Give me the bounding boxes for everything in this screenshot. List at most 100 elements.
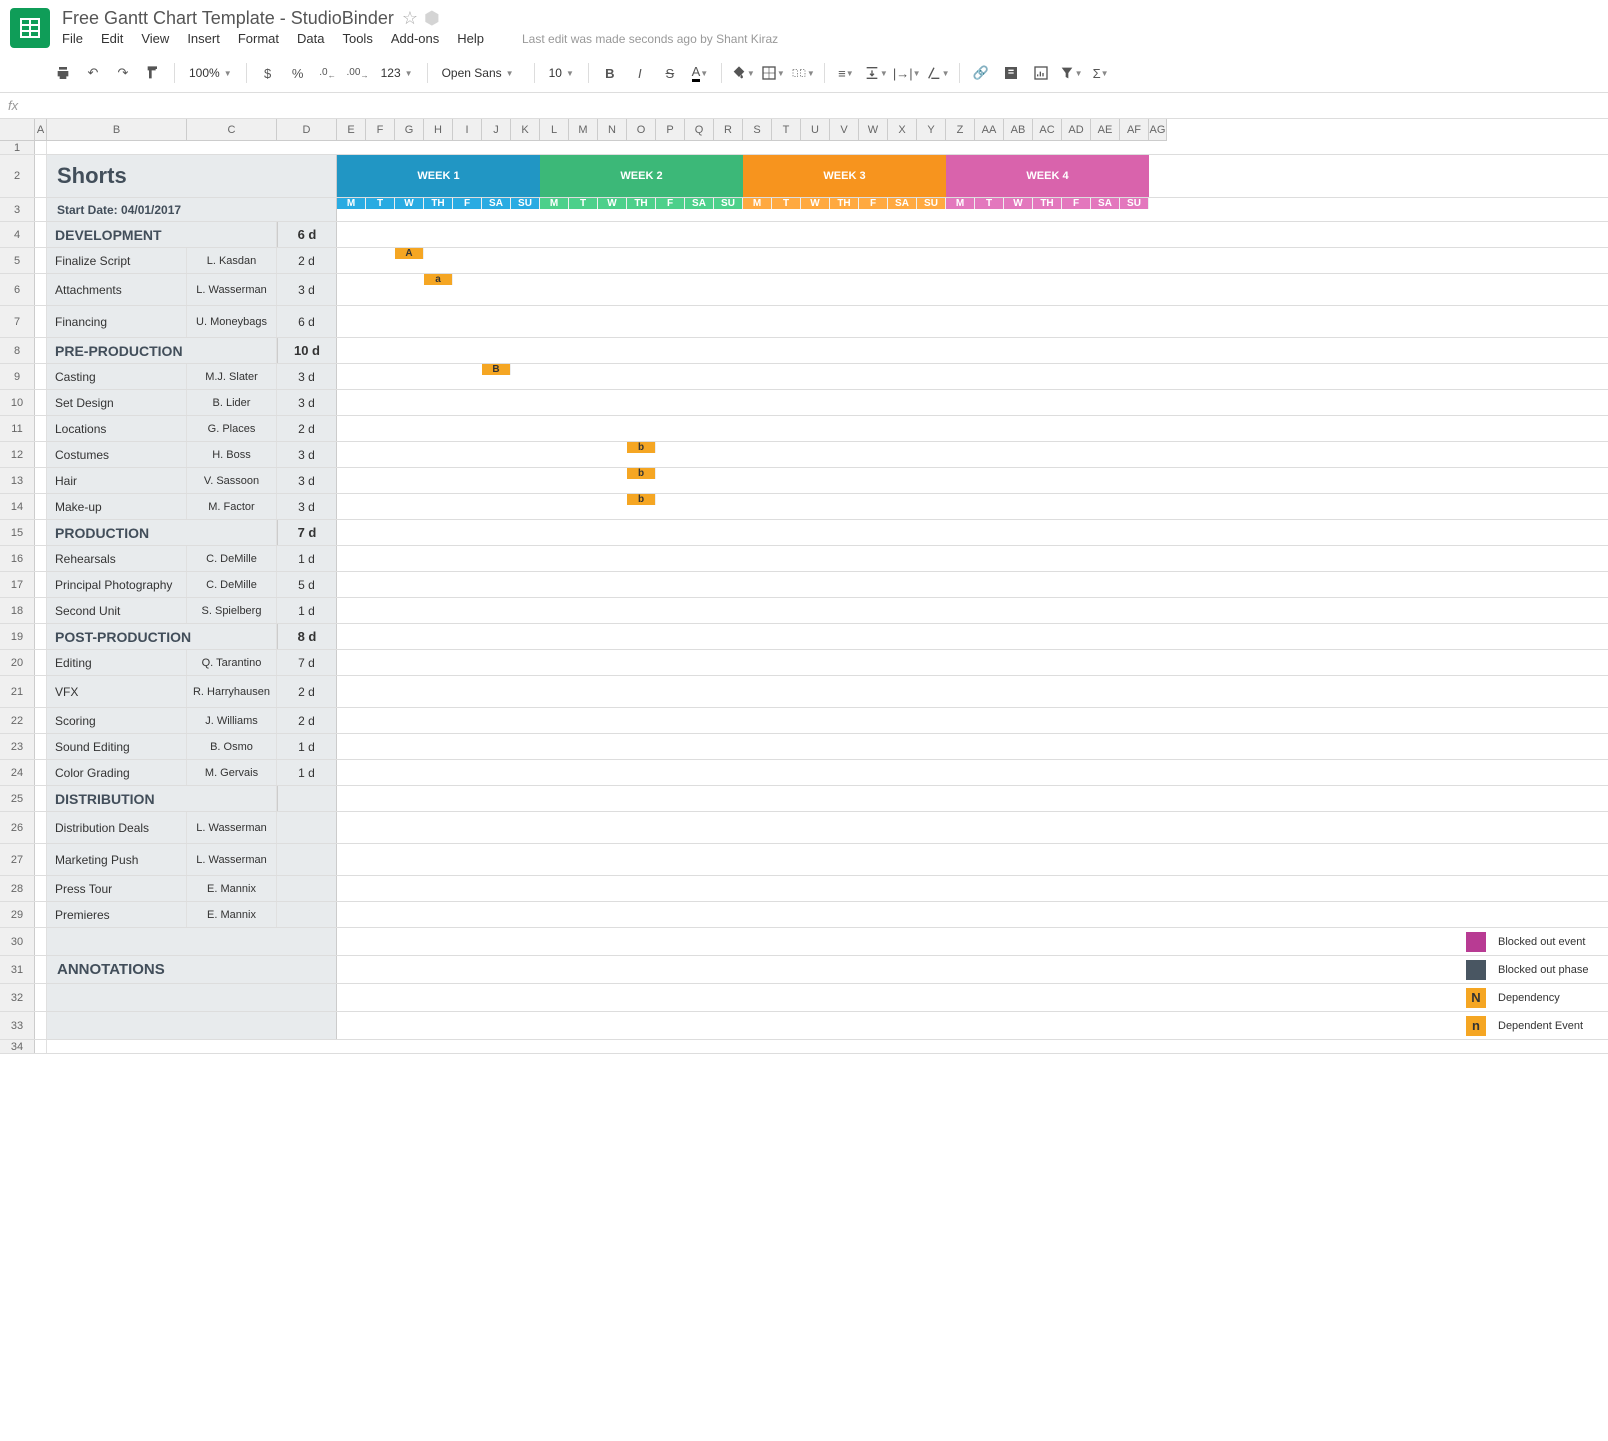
phase-duration[interactable]: 10 d xyxy=(277,338,337,363)
menu-help[interactable]: Help xyxy=(457,31,484,46)
col-header[interactable]: W xyxy=(859,119,888,141)
col-header[interactable]: E xyxy=(337,119,366,141)
task-owner[interactable]: U. Moneybags xyxy=(187,306,277,337)
task-owner[interactable]: L. Kasdan xyxy=(187,248,277,273)
task-name[interactable]: Premieres xyxy=(47,902,187,927)
task-name[interactable]: Finalize Script xyxy=(47,248,187,273)
row-header[interactable]: 17 xyxy=(0,572,35,597)
day-header[interactable]: SA xyxy=(888,198,917,209)
rotate-button[interactable]: ▼ xyxy=(925,60,951,86)
row-header[interactable]: 26 xyxy=(0,812,35,843)
menu-file[interactable]: File xyxy=(62,31,83,46)
row-header[interactable]: 19 xyxy=(0,624,35,649)
task-name[interactable]: Sound Editing xyxy=(47,734,187,759)
task-duration[interactable]: 1 d xyxy=(277,734,337,759)
task-duration[interactable]: 2 d xyxy=(277,676,337,707)
col-header[interactable]: AE xyxy=(1091,119,1120,141)
day-header[interactable]: M xyxy=(337,198,366,209)
phase-duration[interactable] xyxy=(277,786,337,811)
zoom-select[interactable]: 100%▼ xyxy=(183,60,238,86)
col-header[interactable]: AF xyxy=(1120,119,1149,141)
gantt-cell[interactable]: a xyxy=(424,274,453,285)
week-header[interactable]: WEEK 1 xyxy=(337,155,540,197)
task-duration[interactable]: 3 d xyxy=(277,390,337,415)
menu-add-ons[interactable]: Add-ons xyxy=(391,31,439,46)
task-duration[interactable]: 2 d xyxy=(277,708,337,733)
row-header[interactable]: 14 xyxy=(0,494,35,519)
phase-name[interactable]: PRODUCTION xyxy=(47,520,277,545)
day-header[interactable]: W xyxy=(801,198,830,209)
row-header[interactable]: 7 xyxy=(0,306,35,337)
task-duration[interactable] xyxy=(277,844,337,875)
redo-button[interactable]: ↷ xyxy=(110,60,136,86)
day-header[interactable]: F xyxy=(859,198,888,209)
row-header[interactable]: 6 xyxy=(0,274,35,305)
row-header[interactable]: 34 xyxy=(0,1040,35,1053)
sheets-logo[interactable] xyxy=(10,8,50,48)
task-name[interactable]: Attachments xyxy=(47,274,187,305)
task-owner[interactable]: B. Osmo xyxy=(187,734,277,759)
gantt-cell[interactable]: b xyxy=(627,468,656,479)
row-header[interactable]: 11 xyxy=(0,416,35,441)
row-header[interactable]: 18 xyxy=(0,598,35,623)
merge-button[interactable]: ▼ xyxy=(790,60,816,86)
task-owner[interactable]: C. DeMille xyxy=(187,546,277,571)
col-header[interactable]: H xyxy=(424,119,453,141)
row-header[interactable]: 9 xyxy=(0,364,35,389)
task-duration[interactable] xyxy=(277,876,337,901)
task-owner[interactable]: V. Sassoon xyxy=(187,468,277,493)
phase-duration[interactable]: 6 d xyxy=(277,222,337,247)
chart-button[interactable] xyxy=(1028,60,1054,86)
phase-name[interactable]: DISTRIBUTION xyxy=(47,786,277,811)
col-header[interactable]: K xyxy=(511,119,540,141)
row-header[interactable]: 16 xyxy=(0,546,35,571)
task-duration[interactable]: 3 d xyxy=(277,494,337,519)
comment-button[interactable] xyxy=(998,60,1024,86)
week-header[interactable]: WEEK 4 xyxy=(946,155,1149,197)
print-button[interactable] xyxy=(50,60,76,86)
col-header[interactable]: U xyxy=(801,119,830,141)
task-duration[interactable]: 3 d xyxy=(277,468,337,493)
phase-duration[interactable]: 8 d xyxy=(277,624,337,649)
day-header[interactable]: TH xyxy=(1033,198,1062,209)
task-duration[interactable]: 5 d xyxy=(277,572,337,597)
col-header[interactable]: Y xyxy=(917,119,946,141)
bold-button[interactable]: B xyxy=(597,60,623,86)
day-header[interactable]: T xyxy=(772,198,801,209)
task-name[interactable]: Second Unit xyxy=(47,598,187,623)
row-header[interactable]: 20 xyxy=(0,650,35,675)
day-header[interactable]: SA xyxy=(482,198,511,209)
formula-input[interactable] xyxy=(38,98,1600,113)
undo-button[interactable]: ↶ xyxy=(80,60,106,86)
day-header[interactable]: SU xyxy=(917,198,946,209)
task-owner[interactable]: B. Lider xyxy=(187,390,277,415)
col-header[interactable]: I xyxy=(453,119,482,141)
day-header[interactable]: TH xyxy=(627,198,656,209)
col-header[interactable]: J xyxy=(482,119,511,141)
decrease-decimals-button[interactable]: .0← xyxy=(315,60,341,86)
strikethrough-button[interactable]: S xyxy=(657,60,683,86)
task-name[interactable]: Principal Photography xyxy=(47,572,187,597)
row-header[interactable]: 8 xyxy=(0,338,35,363)
task-name[interactable]: Costumes xyxy=(47,442,187,467)
row-header[interactable]: 27 xyxy=(0,844,35,875)
col-header[interactable]: D xyxy=(277,119,337,141)
percent-button[interactable]: % xyxy=(285,60,311,86)
task-duration[interactable]: 7 d xyxy=(277,650,337,675)
day-header[interactable]: M xyxy=(540,198,569,209)
day-header[interactable]: T xyxy=(975,198,1004,209)
task-owner[interactable]: E. Mannix xyxy=(187,902,277,927)
row-header[interactable]: 13 xyxy=(0,468,35,493)
col-header[interactable]: R xyxy=(714,119,743,141)
valign-button[interactable]: ▼ xyxy=(863,60,889,86)
task-duration[interactable]: 2 d xyxy=(277,248,337,273)
row-header[interactable]: 30 xyxy=(0,928,35,955)
task-duration[interactable] xyxy=(277,812,337,843)
task-name[interactable]: Editing xyxy=(47,650,187,675)
row-header[interactable]: 1 xyxy=(0,141,35,154)
menu-insert[interactable]: Insert xyxy=(187,31,220,46)
row-header[interactable]: 31 xyxy=(0,956,35,983)
col-header[interactable]: AB xyxy=(1004,119,1033,141)
gantt-cell[interactable]: A xyxy=(395,248,424,259)
day-header[interactable]: W xyxy=(598,198,627,209)
